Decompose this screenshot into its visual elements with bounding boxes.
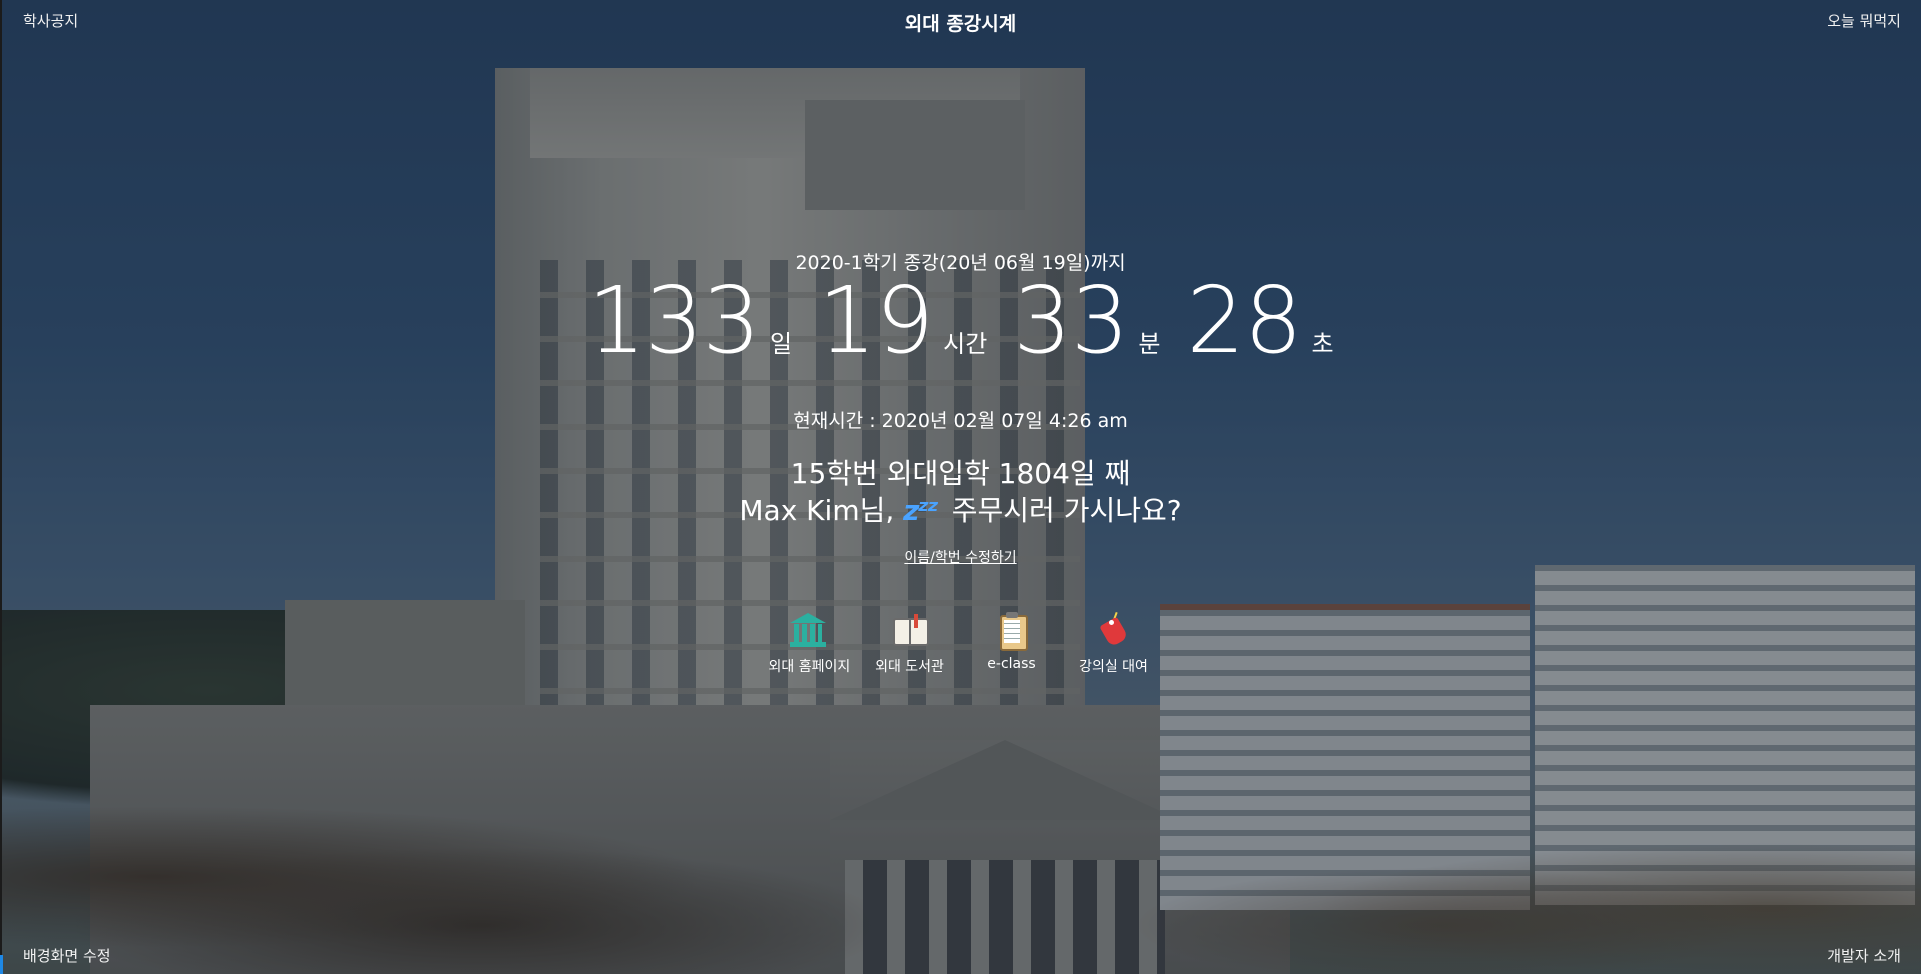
edit-name-id-link[interactable]: 이름/학번 수정하기	[904, 550, 1016, 566]
greeting-question: 주무시러 가시나요?	[951, 494, 1182, 527]
page-title: 외대 종강시계	[904, 13, 1017, 35]
what-to-eat-link[interactable]: 오늘 뭐먹지	[1827, 10, 1901, 31]
minutes-unit: 분	[1138, 330, 1161, 358]
days-value: 133	[587, 267, 761, 374]
shortcut-homepage[interactable]: 외대 홈페이지	[768, 610, 851, 676]
shortcut-bar: 외대 홈페이지 외대 도서관 e-class 강의실 대여	[0, 610, 1921, 676]
greeting-message: Max Kim님, zᶻᶻ 주무시러 가시나요?	[0, 489, 1921, 529]
seconds-value: 28	[1186, 267, 1302, 374]
deadline-text: 2020-1학기 종강(20년 06월 19일)까지	[795, 252, 1126, 274]
shortcut-eclass[interactable]: e-class	[973, 610, 1051, 676]
shortcut-label: 외대 홈페이지	[768, 659, 851, 675]
tag-icon	[1094, 610, 1134, 650]
minutes-value: 33	[1013, 267, 1129, 374]
shortcut-classroom-rental[interactable]: 강의실 대여	[1075, 610, 1153, 676]
seconds-unit: 초	[1311, 330, 1334, 358]
current-time: 현재시간 : 2020년 02월 07일 4:26 am	[793, 410, 1128, 432]
greeting-name: Max Kim님,	[739, 494, 895, 527]
open-book-icon	[890, 610, 930, 650]
days-unit: 일	[769, 330, 793, 358]
developer-intro-link[interactable]: 개발자 소개	[1827, 945, 1901, 966]
edit-background-link[interactable]: 배경화면 수정	[23, 945, 111, 966]
edit-profile-wrapper: 이름/학번 수정하기	[0, 547, 1921, 567]
shortcut-library[interactable]: 외대 도서관	[871, 610, 949, 676]
hours-value: 19	[818, 267, 934, 374]
countdown-timer: 133 일 19 시간 33 분 28 초	[0, 275, 1921, 367]
window-edge-accent	[0, 955, 3, 974]
university-building-icon	[788, 610, 828, 650]
sleeping-zzz-icon: zᶻᶻ	[903, 494, 939, 527]
clipboard-icon	[992, 610, 1032, 651]
shortcut-label: e-class	[987, 656, 1036, 672]
shortcut-label: 강의실 대여	[1079, 659, 1148, 675]
enrollment-message: 15학번 외대입학 1804일 째	[790, 457, 1131, 490]
hours-unit: 시간	[943, 330, 988, 358]
shortcut-label: 외대 도서관	[875, 659, 944, 675]
